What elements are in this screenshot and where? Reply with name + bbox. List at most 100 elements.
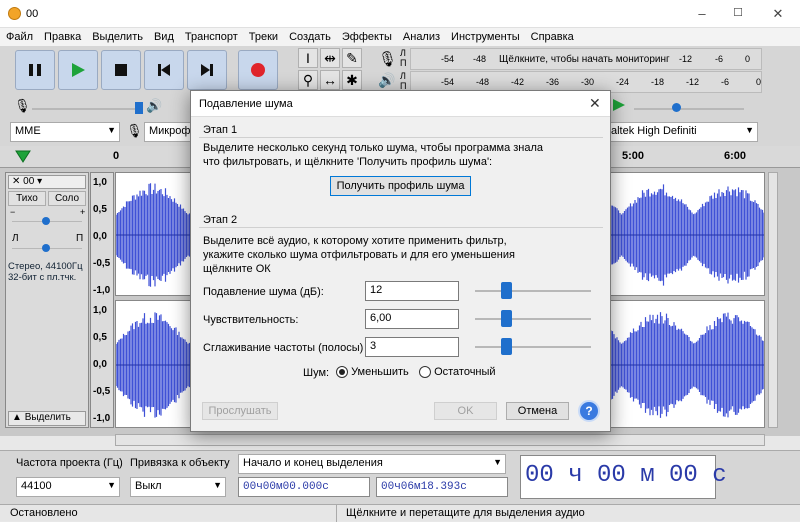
noise-reduction-input[interactable]: 12	[365, 281, 459, 301]
record-meter-channels: ЛП	[400, 48, 407, 68]
selection-start-time[interactable]: 00ч00м00.000с	[238, 477, 370, 497]
reduce-radio[interactable]: Уменьшить	[336, 365, 409, 379]
solo-button[interactable]: Соло	[48, 191, 86, 206]
dialog-close-icon[interactable]: ✕	[589, 95, 601, 112]
radio-checked-icon[interactable]	[336, 366, 348, 379]
frequency-smoothing-slider[interactable]	[475, 346, 591, 348]
pause-button[interactable]	[15, 50, 55, 90]
gain-thumb[interactable]	[42, 217, 50, 225]
frequency-smoothing-thumb[interactable]	[501, 338, 513, 355]
play-tick: -24	[616, 77, 630, 87]
record-meter-prompt[interactable]: Щёлкните, чтобы начать мониторинг	[499, 54, 670, 65]
play-button[interactable]	[58, 50, 98, 90]
menu-bar: Файл Правка Выделить Вид Транспорт Треки Созда…	[0, 28, 800, 46]
divider	[199, 137, 603, 138]
status-bar: Остановлено Щёлкните и перетащите для вы…	[0, 504, 800, 522]
frequency-smoothing-input[interactable]: 3	[365, 337, 459, 357]
track-name-menu[interactable]: ✕ 00 ▾	[8, 175, 86, 189]
noise-reduction-dialog: Подавление шума ✕ Этап 1 Выделите нескол…	[190, 90, 611, 432]
zoom-tool-icon[interactable]: ⚲	[298, 70, 318, 90]
play-speed-thumb[interactable]	[672, 103, 681, 112]
scale-label: 0,5	[93, 332, 107, 343]
noise-reduction-label: Подавление шума (дБ):	[203, 286, 324, 298]
radio-unchecked-icon[interactable]	[419, 366, 431, 379]
envelope-tool-icon[interactable]: ⇹	[320, 48, 340, 68]
horizontal-scrollbar[interactable]	[115, 434, 765, 446]
sensitivity-input[interactable]: 6,00	[365, 309, 459, 329]
menu-item[interactable]: Выделить	[86, 28, 148, 43]
menu-item[interactable]: Создать	[283, 28, 336, 43]
pan-thumb[interactable]	[42, 244, 50, 252]
menu-item[interactable]: Треки	[243, 28, 283, 43]
recording-volume-thumb[interactable]	[135, 102, 143, 114]
speaker-volume-icon: 🔊	[146, 98, 163, 113]
play-tick: -6	[721, 77, 730, 87]
menu-item[interactable]: Транспорт	[179, 28, 243, 43]
pause-icon	[29, 64, 41, 76]
selection-tool-icon[interactable]: I	[298, 48, 318, 68]
stop-button[interactable]	[101, 50, 141, 90]
play-speed-slider[interactable]	[634, 108, 744, 110]
selection-mode-select[interactable]: Начало и конец выделения ▼	[238, 454, 506, 474]
scale-label: 1,0	[93, 177, 107, 188]
preview-button[interactable]: Прослушать	[202, 402, 278, 420]
menu-item[interactable]: Инструменты	[445, 28, 525, 43]
help-icon[interactable]: ?	[578, 400, 600, 422]
project-rate-select[interactable]: 44100 ▼	[16, 477, 120, 497]
record-button[interactable]	[238, 50, 278, 90]
window-title: 00	[26, 8, 39, 20]
play-tick: -48	[476, 77, 490, 87]
select-track-button[interactable]: ▲ Выделить	[8, 411, 86, 426]
sensitivity-label: Чувствительность:	[203, 314, 299, 326]
mute-button[interactable]: Тихо	[8, 191, 46, 206]
play-tick: -12	[686, 77, 700, 87]
noise-reduction-slider[interactable]	[475, 290, 591, 292]
recording-device-mic-icon: 🎙	[126, 123, 143, 138]
timeline-pin-icon[interactable]	[14, 148, 32, 167]
ok-button[interactable]: OK	[434, 402, 497, 420]
cancel-button[interactable]: Отмена	[506, 402, 569, 420]
playback-meter-speaker-icon[interactable]: 🔊	[378, 72, 395, 89]
sensitivity-slider[interactable]	[475, 318, 591, 320]
play-at-speed-button[interactable]	[612, 98, 626, 115]
maximize-icon[interactable]: ☐	[730, 6, 746, 22]
ruler-label: 6:00	[724, 150, 747, 162]
skip-end-button[interactable]	[187, 50, 227, 90]
play-at-speed-icon	[613, 99, 625, 111]
get-noise-profile-button[interactable]: Получить профиль шума	[330, 176, 471, 196]
divider	[199, 227, 603, 228]
playback-device-select[interactable]: altek High Definiti ▼	[606, 122, 758, 142]
audio-position-display[interactable]: 00 ч 00 м 00 с	[520, 455, 727, 499]
vertical-scrollbar[interactable]	[768, 172, 778, 428]
noise-reduction-thumb[interactable]	[501, 282, 513, 299]
menu-item[interactable]: Эффекты	[336, 28, 397, 43]
record-meter-mic-icon[interactable]: 🎙	[378, 50, 397, 68]
residue-radio[interactable]: Остаточный	[419, 365, 496, 379]
skip-start-button[interactable]	[144, 50, 184, 90]
sensitivity-thumb[interactable]	[501, 310, 513, 327]
draw-tool-icon[interactable]: ✎	[342, 48, 362, 68]
menu-item[interactable]: Справка	[525, 28, 579, 43]
skip-end-icon	[201, 64, 213, 76]
selection-toolbar: Частота проекта (Гц) 44100 ▼ Привязка к о…	[0, 450, 800, 504]
rec-tick: -48	[473, 54, 487, 64]
menu-item[interactable]: Анализ	[397, 28, 445, 43]
menu-item[interactable]: Правка	[38, 28, 86, 43]
step1-label: Этап 1	[203, 124, 238, 136]
record-icon	[251, 63, 265, 77]
dialog-title: Подавление шума	[199, 98, 293, 110]
menu-item[interactable]: Файл	[0, 28, 38, 43]
menu-item[interactable]: Вид	[148, 28, 179, 43]
recording-volume-slider[interactable]	[32, 108, 142, 110]
timeshift-tool-icon[interactable]: ↔	[320, 70, 340, 90]
snap-to-select[interactable]: Выкл ▼	[130, 477, 226, 497]
minimize-icon[interactable]: –	[694, 6, 710, 22]
snap-to-label: Привязка к объекту	[130, 457, 230, 469]
recording-device-select[interactable]: Микрофон	[144, 122, 194, 142]
audio-host-select[interactable]: MME ▼	[10, 122, 120, 142]
rec-tick: -6	[715, 54, 724, 64]
record-meter[interactable]: -54 -48 Щёлкните, чтобы начать мониторин…	[410, 48, 762, 70]
selection-end-time[interactable]: 00ч06м18.393с	[376, 477, 508, 497]
close-window-icon[interactable]: ✕	[770, 6, 786, 22]
multi-tool-icon[interactable]: ✱	[342, 70, 362, 90]
